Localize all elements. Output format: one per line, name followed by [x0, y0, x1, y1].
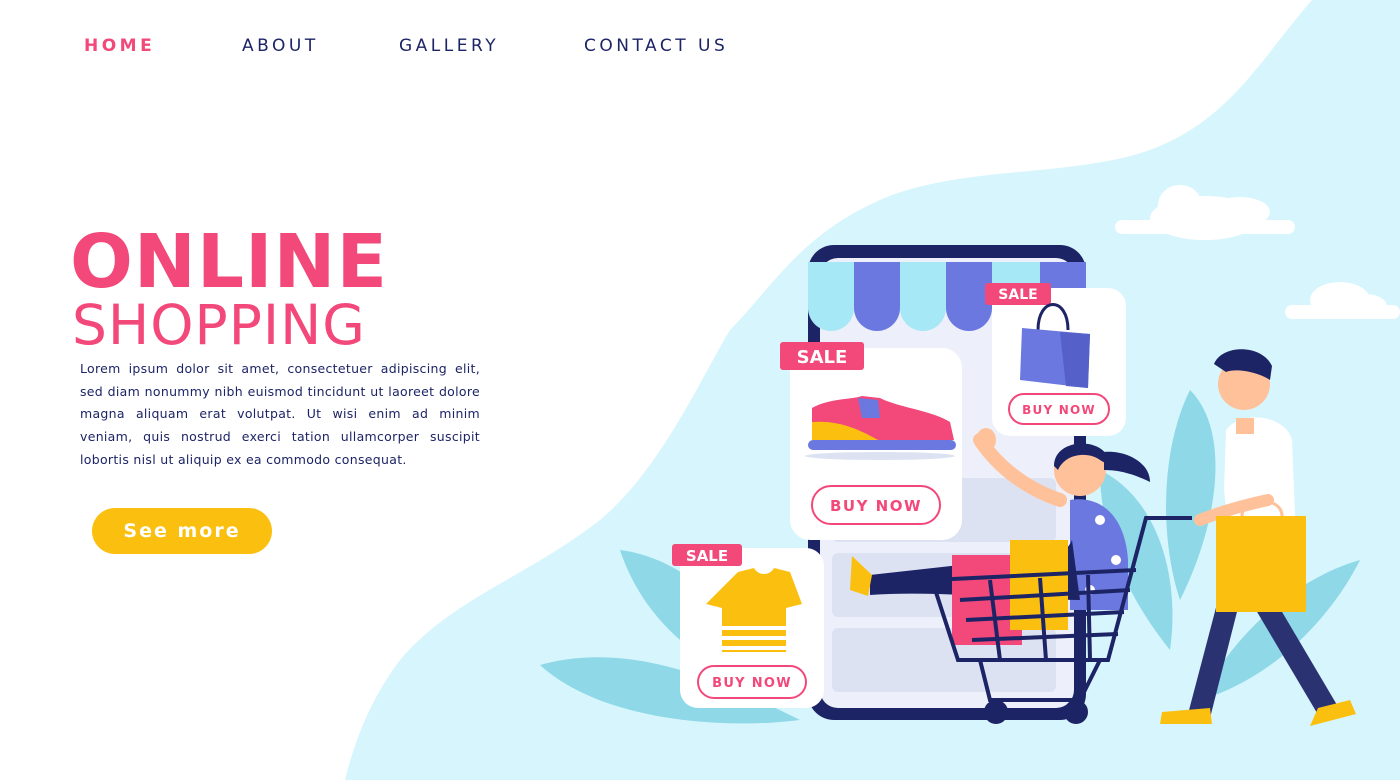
- buy-now-label: BUY NOW: [1022, 403, 1096, 417]
- buy-now-label: BUY NOW: [830, 497, 922, 515]
- sale-badge-label: SALE: [686, 547, 728, 565]
- buy-now-label: BUY NOW: [712, 676, 792, 691]
- product-card-tshirt: SALE BUY NOW: [672, 544, 824, 708]
- sale-badge-label: SALE: [797, 347, 848, 368]
- product-card-sneaker: SALE BUY NOW: [780, 342, 962, 540]
- sale-badge-label: SALE: [998, 287, 1037, 303]
- product-card-bag: SALE BUY NOW: [985, 283, 1126, 436]
- shopping-illustration: SALE BUY NOW SALE BUY NOW SALE BUY NOW: [540, 245, 1360, 726]
